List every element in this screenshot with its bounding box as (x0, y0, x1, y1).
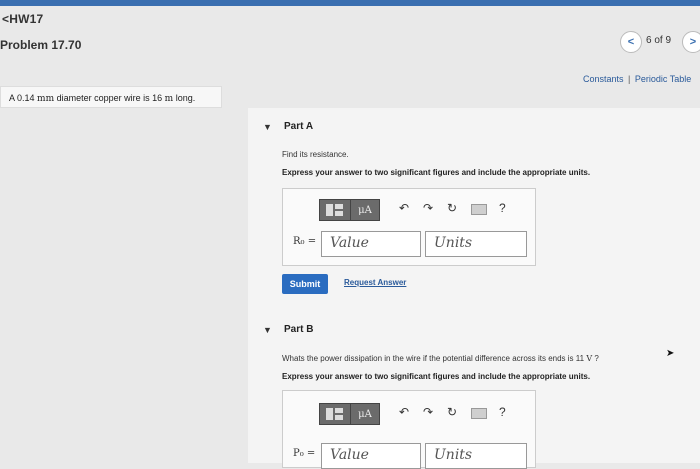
part-b-units-input[interactable]: Units (425, 443, 527, 469)
part-a-answer-box: μA ↶ ↷ ↻ ? R₀ = Value Units (282, 188, 536, 266)
units-button[interactable]: μA (350, 199, 380, 221)
request-answer-link[interactable]: Request Answer (344, 278, 406, 287)
chevron-left-icon: < (627, 36, 635, 48)
problem-statement: A 0.14 mm diameter copper wire is 16 m l… (0, 86, 222, 108)
back-to-assignment-link[interactable]: <HW17 (2, 12, 43, 26)
part-a-question: Find its resistance. (282, 150, 349, 159)
page-count: 6 of 9 (646, 35, 672, 46)
part-a-header[interactable]: Part A (284, 121, 313, 132)
intro-text: diameter copper wire is 16 (54, 93, 165, 103)
p0-label: P₀ = (293, 448, 316, 459)
mouse-pointer-icon: ➤ (666, 348, 675, 359)
redo-icon[interactable]: ↷ (423, 201, 433, 215)
part-b-header[interactable]: Part B (284, 324, 313, 335)
periodic-table-link[interactable]: Periodic Table (635, 74, 691, 84)
collapse-caret-icon[interactable]: ▼ (263, 325, 272, 335)
r0-label: R₀ = (293, 236, 317, 247)
problem-title: Problem 17.70 (0, 38, 82, 52)
undo-icon[interactable]: ↶ (399, 201, 409, 215)
keyboard-icon[interactable] (471, 408, 487, 419)
reset-icon[interactable]: ↻ (447, 405, 457, 419)
part-a-toolbar: μA ↶ ↷ ↻ ? (319, 199, 519, 221)
part-a-units-input[interactable]: Units (425, 231, 527, 257)
part-a-value-input[interactable]: Value (321, 231, 421, 257)
previous-problem-button[interactable]: < (620, 31, 642, 53)
reset-icon[interactable]: ↻ (447, 201, 457, 215)
part-b-question-text: Whats the power dissipation in the wire … (282, 354, 587, 363)
units-button[interactable]: μA (350, 403, 380, 425)
reference-links: Constants | Periodic Table (583, 74, 691, 84)
assignment-label: HW17 (9, 12, 44, 26)
next-problem-button[interactable]: > (682, 31, 700, 53)
parts-panel: ▼ Part A Find its resistance. Express yo… (248, 108, 700, 469)
chevron-right-icon: > (689, 36, 697, 48)
intro-unit-m: m (164, 94, 174, 104)
keyboard-icon[interactable] (471, 204, 487, 215)
link-separator: | (628, 74, 631, 84)
part-b-question: Whats the power dissipation in the wire … (282, 354, 599, 363)
intro-text: A 0.14 (9, 93, 38, 103)
top-accent-bar (0, 0, 700, 6)
part-a-instructions: Express your answer to two significant f… (282, 168, 591, 177)
part-b-toolbar: μA ↶ ↷ ↻ ? (319, 403, 519, 425)
submit-button[interactable]: Submit (282, 274, 328, 294)
part-b-question-text: ? (592, 354, 599, 363)
undo-icon[interactable]: ↶ (399, 405, 409, 419)
problem-pager: < 6 of 9 > (620, 31, 700, 53)
help-icon[interactable]: ? (499, 201, 506, 215)
intro-unit-mm: mm (37, 94, 55, 104)
part-b-answer-box: μA ↶ ↷ ↻ ? P₀ = Value Units (282, 390, 536, 469)
constants-link[interactable]: Constants (583, 74, 624, 84)
help-icon[interactable]: ? (499, 405, 506, 419)
part-b-instructions: Express your answer to two significant f… (282, 372, 591, 381)
redo-icon[interactable]: ↷ (423, 405, 433, 419)
collapse-caret-icon[interactable]: ▼ (263, 122, 272, 132)
intro-text: long. (173, 93, 196, 103)
part-b-value-input[interactable]: Value (321, 443, 421, 469)
template-icon[interactable] (319, 403, 351, 425)
template-icon[interactable] (319, 199, 351, 221)
